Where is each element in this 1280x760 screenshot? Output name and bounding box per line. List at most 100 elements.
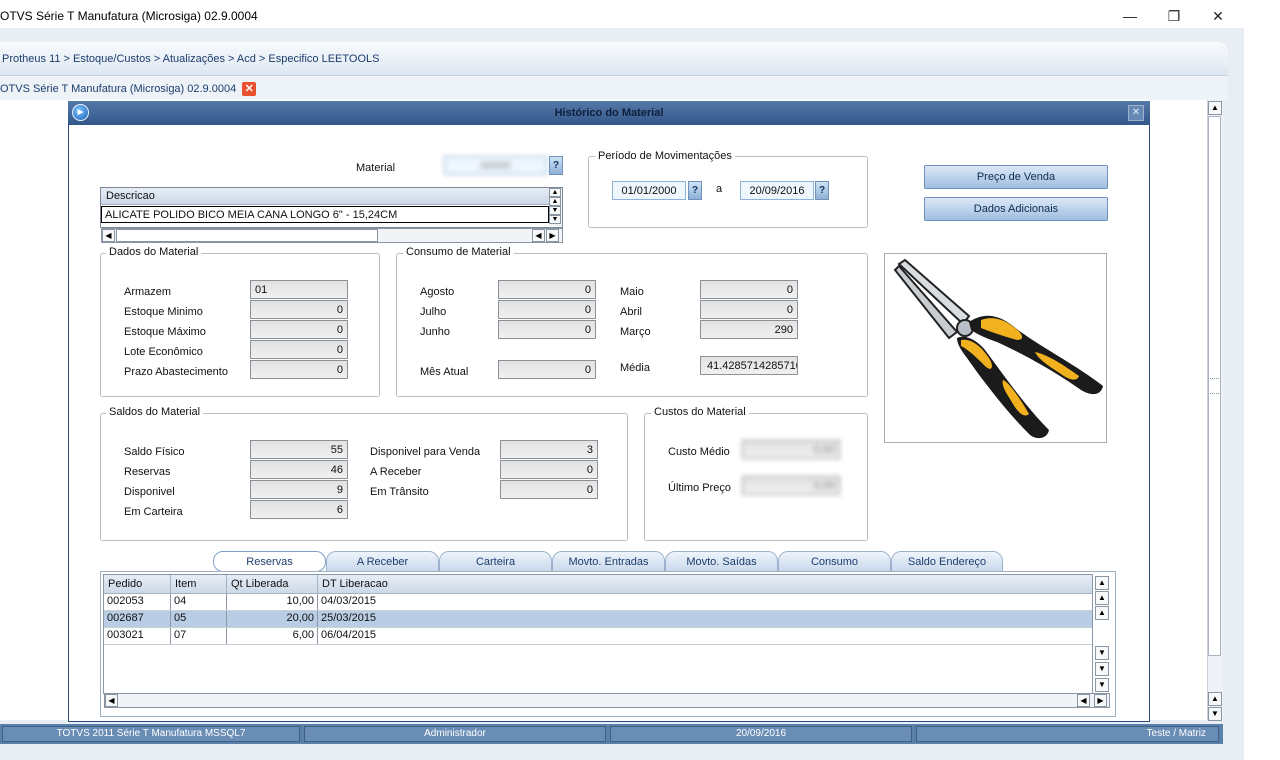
table-scroll-bottom-icon[interactable]: ▼	[1095, 678, 1109, 692]
cell-item: 07	[171, 628, 227, 644]
period-title: Período de Movimentações	[595, 150, 735, 162]
table-row[interactable]: 003021 07 6,00 06/04/2015	[104, 628, 1092, 645]
description-row[interactable]: ALICATE POLIDO BICO MEIA CANA LONGO 6" -…	[101, 206, 549, 223]
dialog-title: Histórico do Material	[68, 101, 1150, 125]
em-carteira-label: Em Carteira	[124, 506, 183, 518]
status-bar: TOTVS 2011 Série T Manufatura MSSQL7 Adm…	[0, 724, 1223, 744]
column-header-dt-liberacao[interactable]: DT Liberacao	[318, 575, 518, 594]
table-scroll-page-down-icon[interactable]: ▼	[1095, 662, 1109, 676]
close-tab-icon[interactable]: ✕	[242, 82, 257, 96]
a-receber-label: A Receber	[370, 466, 422, 478]
table-horizontal-scrollbar[interactable]	[104, 693, 1110, 708]
cell-item: 04	[171, 594, 227, 610]
prazo-abastecimento-field: 0	[250, 360, 348, 379]
cell-pedido: 002687	[104, 611, 171, 627]
table-scroll-up-icon[interactable]: ▲	[1095, 606, 1109, 620]
close-window-button[interactable]: ✕	[1196, 4, 1240, 28]
table-row-selected[interactable]: 002687 05 20,00 25/03/2015	[104, 611, 1092, 628]
tab-saldo-endereco[interactable]: Saldo Endereço	[891, 551, 1003, 572]
media-label: Média	[620, 362, 650, 374]
material-data-title: Dados do Material	[106, 246, 202, 258]
julho-field: 0	[498, 300, 596, 319]
scroll-down-icon[interactable]: ▼	[1208, 707, 1222, 721]
cell-dt-liberacao: 25/03/2015	[321, 612, 377, 624]
material-input[interactable]: 00000	[444, 156, 547, 175]
cell-qt-liberada: 20,00	[227, 611, 318, 627]
status-branch: Teste / Matriz	[916, 726, 1219, 742]
material-label: Material	[356, 162, 396, 174]
disponivel-label: Disponivel	[124, 486, 175, 498]
status-date: 20/09/2016	[610, 726, 912, 742]
disponivel-venda-label: Disponivel para Venda	[370, 446, 481, 458]
table-scroll-top-icon[interactable]: ▲	[1095, 576, 1109, 590]
consumption-title: Consumo de Material	[403, 246, 514, 258]
tab-reservas[interactable]: Reservas	[213, 551, 326, 572]
estoque-minimo-field: 0	[250, 300, 348, 319]
scroll-right-icon[interactable]: ▶	[546, 229, 559, 242]
sale-price-button[interactable]: Preço de Venda	[924, 165, 1108, 189]
status-system: TOTVS 2011 Série T Manufatura MSSQL7	[2, 726, 300, 742]
restore-button[interactable]: ❐	[1152, 4, 1196, 28]
junho-label: Junho	[420, 326, 450, 338]
custo-medio-field: 0,00	[742, 440, 840, 459]
period-to-help-button[interactable]: ?	[815, 181, 829, 200]
table-scroll-left-icon[interactable]: ◀	[105, 694, 118, 707]
scroll-down-icon[interactable]: ▼	[549, 206, 561, 215]
cell-pedido: 003021	[104, 628, 171, 644]
additional-data-button[interactable]: Dados Adicionais	[924, 197, 1108, 221]
tab-a-receber[interactable]: A Receber	[326, 551, 439, 572]
window-title: OTVS Série T Manufatura (Microsiga) 02.9…	[0, 9, 258, 23]
table-scroll-page-up-icon[interactable]: ▲	[1095, 591, 1109, 605]
description-hscroll-thumb[interactable]	[116, 229, 378, 242]
maio-label: Maio	[620, 286, 644, 298]
period-separator: a	[716, 183, 723, 195]
minimize-button[interactable]: —	[1108, 4, 1152, 28]
media-field: 41.4285714285710	[700, 356, 798, 375]
prazo-abastecimento-label: Prazo Abastecimento	[124, 366, 228, 378]
estoque-maximo-field: 0	[250, 320, 348, 339]
scroll-up-icon[interactable]: ▲	[549, 197, 561, 206]
table-scroll-down-icon[interactable]: ▼	[1095, 646, 1109, 660]
tab-movto-entradas[interactable]: Movto. Entradas	[552, 551, 665, 572]
pliers-icon	[893, 258, 1103, 439]
material-help-button[interactable]: ?	[549, 156, 563, 175]
document-tab-label: OTVS Série T Manufatura (Microsiga) 02.9…	[0, 83, 237, 95]
column-header-pedido[interactable]: Pedido	[104, 575, 171, 594]
dialog-close-button[interactable]: ✕	[1128, 105, 1144, 121]
armazem-label: Armazem	[124, 286, 172, 298]
abril-field: 0	[700, 300, 798, 319]
scroll-up-small-icon[interactable]: ▲	[1208, 692, 1222, 706]
marco-label: Março	[620, 326, 651, 338]
julho-label: Julho	[420, 306, 447, 318]
scroll-top-icon[interactable]: ▲	[549, 188, 561, 197]
scroll-up-icon[interactable]: ▲	[1208, 101, 1222, 115]
column-header-qt-liberada[interactable]: Qt Liberada	[227, 575, 318, 594]
agosto-field: 0	[498, 280, 596, 299]
estoque-maximo-label: Estoque Máximo	[124, 326, 206, 338]
document-tab[interactable]: OTVS Série T Manufatura (Microsiga) 02.9…	[0, 79, 260, 99]
description-vertical-scrollbar[interactable]: ▲ ▲ ▼ ▼	[549, 188, 562, 226]
period-to-input[interactable]: 20/09/2016	[740, 181, 814, 200]
column-header-item[interactable]: Item	[171, 575, 227, 594]
pliers-image	[884, 253, 1107, 443]
tab-carteira[interactable]: Carteira	[439, 551, 552, 572]
a-receber-field: 0	[500, 460, 598, 479]
breadcrumb[interactable]: Protheus 11 > Estoque/Custos > Atualizaç…	[2, 53, 379, 65]
tab-movto-saidas[interactable]: Movto. Saídas	[665, 551, 778, 572]
agosto-label: Agosto	[420, 286, 455, 298]
table-scroll-left-small-icon[interactable]: ◀	[1077, 694, 1090, 707]
saldo-fisico-label: Saldo Físico	[124, 446, 185, 458]
reservas-field: 46	[250, 460, 348, 479]
scroll-bottom-icon[interactable]: ▼	[549, 215, 561, 224]
table-row[interactable]: 002053 04 10,00 04/03/2015	[104, 594, 1092, 611]
maio-field: 0	[700, 280, 798, 299]
disponivel-field: 9	[250, 480, 348, 499]
table-scroll-right-icon[interactable]: ▶	[1094, 694, 1107, 707]
scroll-left-icon[interactable]: ◀	[102, 229, 115, 242]
scroll-left-small-icon[interactable]: ◀	[532, 229, 545, 242]
period-from-help-button[interactable]: ?	[688, 181, 702, 200]
estoque-minimo-label: Estoque Minimo	[124, 306, 203, 318]
tab-consumo[interactable]: Consumo	[778, 551, 891, 572]
period-from-input[interactable]: 01/01/2000	[612, 181, 686, 200]
abril-label: Abril	[620, 306, 643, 318]
